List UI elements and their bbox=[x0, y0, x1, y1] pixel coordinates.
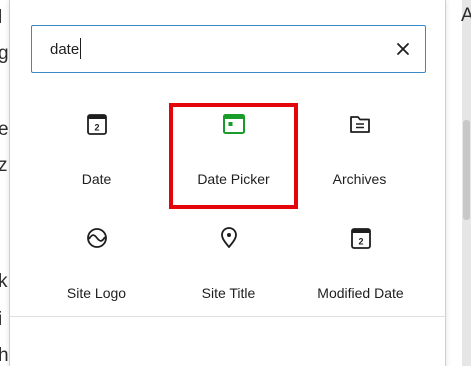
calendar-digit: 2 bbox=[358, 237, 363, 247]
editor-canvas: l g e z k i h A date 2 Date Date Picker … bbox=[0, 0, 471, 366]
background-letter: g bbox=[0, 43, 9, 64]
site-logo-icon bbox=[86, 228, 107, 248]
block-site-title[interactable]: Site Title bbox=[160, 213, 297, 313]
background-letter: l bbox=[0, 7, 3, 28]
block-search-box[interactable] bbox=[31, 25, 426, 73]
block-date-picker[interactable]: Date Picker bbox=[165, 99, 302, 199]
block-label: Site Logo bbox=[66, 285, 127, 301]
calendar-icon: 2 bbox=[350, 228, 371, 249]
block-label: Modified Date bbox=[317, 285, 404, 301]
close-icon bbox=[397, 43, 409, 55]
block-date[interactable]: 2 Date bbox=[28, 99, 165, 199]
block-label: Date bbox=[81, 171, 112, 187]
background-letter: A bbox=[461, 5, 471, 26]
block-archives[interactable]: Archives bbox=[291, 99, 428, 199]
text-caret bbox=[80, 38, 81, 59]
background-letter: k bbox=[0, 271, 8, 292]
block-label: Archives bbox=[332, 171, 387, 187]
clear-search-button[interactable] bbox=[390, 36, 416, 62]
block-inserter-popover: 2 Date Date Picker Archives bbox=[9, 0, 447, 366]
date-picker-icon bbox=[222, 114, 245, 134]
calendar-digit: 2 bbox=[94, 123, 99, 133]
background-letter: e bbox=[0, 119, 9, 140]
block-label: Site Title bbox=[201, 285, 256, 301]
block-search-input[interactable] bbox=[50, 37, 370, 61]
block-modified-date[interactable]: 2 Modified Date bbox=[292, 213, 429, 313]
background-letter: i bbox=[0, 309, 3, 330]
popover-divider bbox=[10, 316, 447, 317]
archive-icon bbox=[349, 116, 370, 133]
block-site-logo[interactable]: Site Logo bbox=[28, 213, 165, 313]
calendar-icon: 2 bbox=[86, 114, 107, 135]
background-letter: h bbox=[0, 345, 9, 366]
map-pin-icon bbox=[220, 227, 237, 248]
background-letter: z bbox=[0, 155, 8, 176]
page-scrollbar[interactable] bbox=[462, 0, 471, 366]
page-scrollbar-thumb[interactable] bbox=[463, 120, 470, 220]
block-label: Date Picker bbox=[197, 171, 270, 187]
